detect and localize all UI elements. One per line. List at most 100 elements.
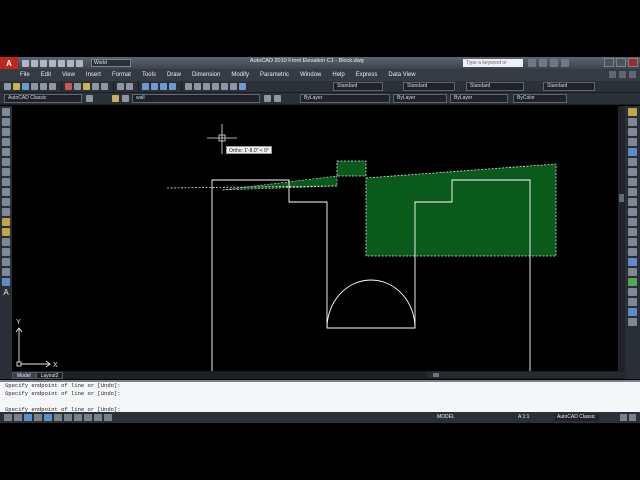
ellipse-icon[interactable] — [2, 198, 10, 206]
copy-object-icon[interactable] — [628, 118, 637, 126]
revision-cloud-icon[interactable] — [2, 178, 10, 186]
menu-draw[interactable]: Draw — [167, 72, 181, 78]
array-icon[interactable] — [628, 148, 637, 156]
rectangle-icon[interactable] — [2, 148, 10, 156]
explode-icon[interactable] — [628, 258, 637, 266]
3d-osnap-toggle[interactable] — [54, 414, 62, 421]
stretch-icon[interactable] — [628, 188, 637, 196]
erase-icon[interactable] — [628, 108, 637, 116]
zoom-extents-icon[interactable] — [628, 318, 637, 326]
menu-express[interactable]: Express — [356, 72, 378, 78]
plot-icon[interactable] — [67, 59, 74, 67]
menu-dimension[interactable]: Dimension — [192, 72, 220, 78]
dimension-icon[interactable] — [628, 308, 637, 316]
pan-icon[interactable] — [142, 83, 149, 90]
break-icon[interactable] — [628, 218, 637, 226]
open-icon[interactable] — [13, 83, 20, 90]
gradient-icon[interactable] — [2, 258, 10, 266]
markup-icon[interactable] — [221, 83, 228, 90]
point-icon[interactable] — [2, 238, 10, 246]
drawing-canvas[interactable]: Y X — [12, 106, 625, 379]
workspace-combo[interactable]: AutoCAD Classic — [4, 94, 82, 103]
command-line[interactable]: Specify endpoint of line or [Undo]: Spec… — [0, 380, 640, 413]
polyline-icon[interactable] — [2, 128, 10, 136]
osnap-toggle[interactable] — [44, 414, 52, 421]
workspace-switch[interactable]: AutoCAD Classic — [555, 414, 599, 421]
menu-insert[interactable]: Insert — [86, 72, 101, 78]
paste-icon[interactable] — [83, 83, 90, 90]
doc-restore-icon[interactable] — [619, 71, 626, 78]
lineweight-combo[interactable]: ByLayer — [450, 94, 508, 103]
arc-icon[interactable] — [2, 158, 10, 166]
model-label[interactable]: MODEL — [437, 414, 455, 420]
circle-icon[interactable] — [2, 168, 10, 176]
extend-icon[interactable] — [628, 208, 637, 216]
sheet-set-icon[interactable] — [212, 83, 219, 90]
draworder-icon[interactable] — [628, 268, 637, 276]
line-icon[interactable] — [2, 108, 10, 116]
dyn-toggle[interactable] — [84, 414, 92, 421]
zoom-window-icon[interactable] — [160, 83, 167, 90]
horizontal-scrollbar[interactable] — [427, 372, 627, 378]
open-icon[interactable] — [31, 59, 38, 67]
spline-icon[interactable] — [2, 188, 10, 196]
insert-block-icon[interactable] — [2, 218, 10, 226]
close-icon[interactable] — [628, 58, 638, 67]
maximize-icon[interactable] — [616, 58, 626, 67]
chamfer-icon[interactable] — [628, 238, 637, 246]
multiline-text-icon[interactable]: A — [0, 288, 12, 297]
ducs-toggle[interactable] — [74, 414, 82, 421]
undo-icon[interactable] — [49, 59, 56, 67]
properties-palette-icon[interactable] — [628, 288, 637, 296]
menu-help[interactable]: Help — [332, 72, 344, 78]
tab-layout2[interactable]: Layout2 — [35, 371, 64, 379]
layer-properties-icon[interactable] — [112, 95, 119, 102]
trim-icon[interactable] — [628, 198, 637, 206]
menu-view[interactable]: View — [62, 72, 75, 78]
properties-icon[interactable] — [185, 83, 192, 90]
zoom-previous-icon[interactable] — [169, 83, 176, 90]
favorites-icon[interactable] — [550, 59, 558, 67]
clean-screen-icon[interactable] — [629, 414, 636, 421]
autocad-logo-icon[interactable]: A — [0, 57, 18, 69]
scale-icon[interactable] — [628, 178, 637, 186]
communication-center-icon[interactable] — [539, 59, 547, 67]
help-icon[interactable] — [239, 83, 246, 90]
plot-icon[interactable] — [31, 83, 38, 90]
move-icon[interactable] — [628, 158, 637, 166]
mirror-icon[interactable] — [628, 128, 637, 136]
menu-window[interactable]: Window — [300, 72, 321, 78]
snap-toggle[interactable] — [4, 414, 12, 421]
color-combo[interactable]: ByLayer — [300, 94, 390, 103]
annotation-scale[interactable]: A 1:1 — [518, 414, 529, 420]
make-current-icon[interactable] — [264, 95, 271, 102]
fillet-icon[interactable] — [628, 248, 637, 256]
otrack-toggle[interactable] — [64, 414, 72, 421]
publish-icon[interactable] — [49, 83, 56, 90]
vertical-scrollbar[interactable] — [618, 106, 625, 371]
hatch-icon[interactable] — [2, 248, 10, 256]
cut-icon[interactable] — [65, 83, 72, 90]
offset-icon[interactable] — [628, 138, 637, 146]
new-icon[interactable] — [22, 59, 29, 67]
layer-combo[interactable]: wall — [132, 94, 260, 103]
save-icon[interactable] — [40, 59, 47, 67]
redo-icon[interactable] — [58, 59, 65, 67]
layer-icon[interactable] — [628, 278, 637, 286]
grid-toggle[interactable] — [14, 414, 22, 421]
zoom-realtime-icon[interactable] — [151, 83, 158, 90]
linetype-combo[interactable]: ByLayer — [393, 94, 447, 103]
save-icon[interactable] — [22, 83, 29, 90]
undo-icon[interactable] — [117, 83, 124, 90]
block-editor-icon[interactable] — [101, 83, 108, 90]
lwt-toggle[interactable] — [94, 414, 102, 421]
lock-icon[interactable] — [620, 414, 627, 421]
minimize-icon[interactable] — [604, 58, 614, 67]
table-style-combo[interactable]: Standard — [466, 82, 524, 91]
region-icon[interactable] — [2, 268, 10, 276]
dropdown-icon[interactable] — [76, 59, 83, 67]
workspace-select[interactable]: World — [91, 59, 131, 67]
help-icon[interactable] — [561, 59, 569, 67]
inquiry-icon[interactable] — [628, 298, 637, 306]
make-block-icon[interactable] — [2, 228, 10, 236]
